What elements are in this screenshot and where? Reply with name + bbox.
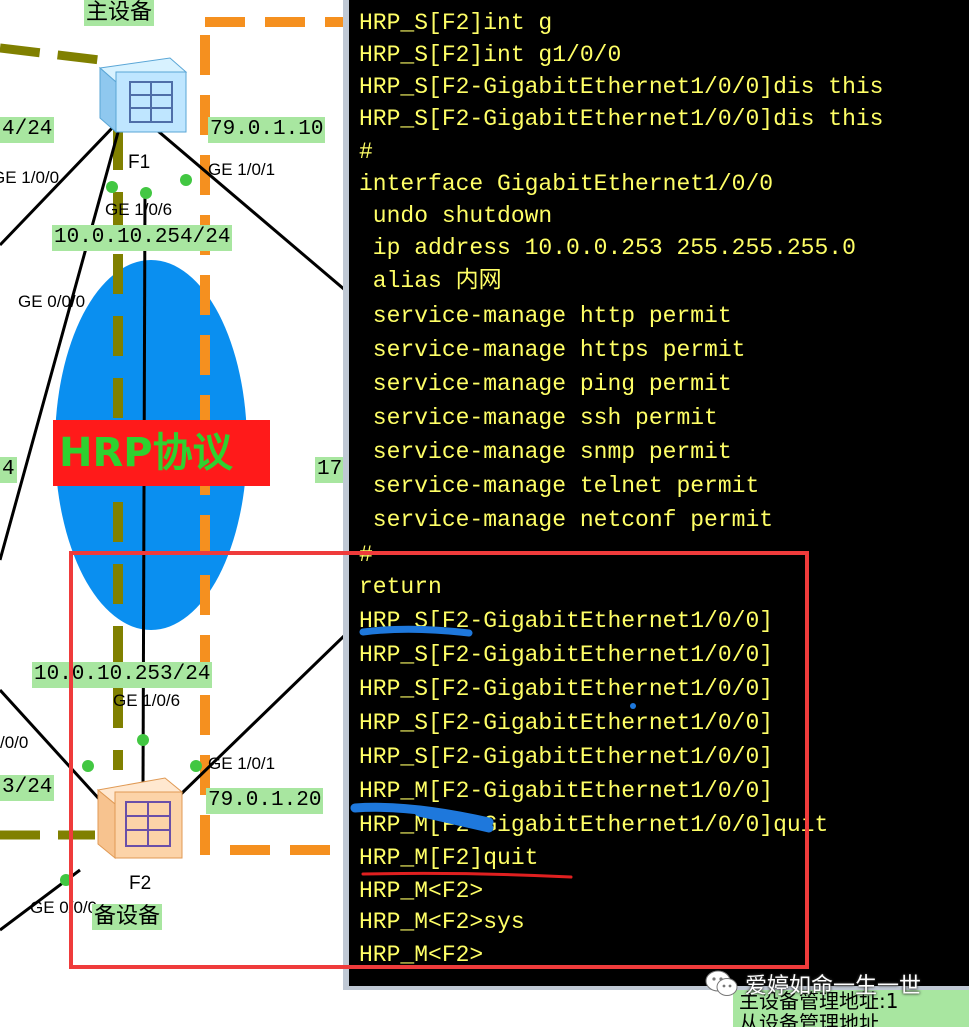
- side-label-right: 17: [315, 457, 345, 483]
- highlight-box: [69, 551, 809, 969]
- side-label-left: 4: [0, 457, 17, 483]
- terminal-line: HRP_S[F2-GigabitEthernet1/0/0]dis this: [359, 74, 884, 100]
- terminal-line: service-manage telnet permit: [359, 473, 760, 499]
- master-device-label: 主设备: [84, 0, 155, 26]
- wechat-watermark: 爱婷如命一生一世: [705, 966, 921, 1002]
- f1-inner-address: 10.0.10.254/24: [52, 225, 233, 251]
- f1-port-left: GE 1/0/0: [0, 168, 60, 187]
- f1-port-ge000: GE 0/0/0: [18, 292, 86, 311]
- link-f1-right: [144, 118, 345, 292]
- hrp-protocol-label: HRP协议: [53, 420, 270, 486]
- olive-link-top: [0, 43, 101, 65]
- f1-top-address: 79.0.1.10: [208, 117, 326, 143]
- terminal-line: HRP_S[F2]int g: [359, 10, 553, 36]
- terminal-line: ip address 10.0.0.253 255.255.255.0: [359, 235, 856, 261]
- port-dot: [140, 187, 152, 199]
- terminal-line: alias 内网: [359, 268, 502, 294]
- f1-left-address: 4/24: [0, 117, 55, 143]
- terminal-line: service-manage ssh permit: [359, 405, 718, 431]
- terminal-line: HRP_S[F2]int g1/0/0: [359, 42, 622, 68]
- firewall-f1-icon: [98, 57, 188, 134]
- f1-name: F1: [128, 152, 151, 173]
- f1-port-down: GE 1/0/6: [105, 200, 173, 219]
- terminal-line: service-manage http permit: [359, 303, 732, 329]
- terminal-line: service-manage https permit: [359, 337, 746, 363]
- slave-mgmt-address: 从设备管理地址: [739, 1011, 879, 1027]
- f1-port-right: GE 1/0/1: [208, 160, 276, 179]
- f2-port-left: /0/0: [0, 733, 29, 752]
- terminal-line: service-manage ping permit: [359, 371, 732, 397]
- wechat-icon: [705, 970, 738, 996]
- terminal-line: service-manage netconf permit: [359, 507, 774, 533]
- f2-left-address: 3/24: [0, 775, 55, 801]
- terminal-line: #: [359, 139, 373, 165]
- terminal-line: service-manage snmp permit: [359, 439, 732, 465]
- terminal-line: undo shutdown: [359, 203, 553, 229]
- terminal-line: interface GigabitEthernet1/0/0: [359, 171, 774, 197]
- watermark-text: 爱婷如命一生一世: [745, 974, 922, 999]
- terminal-line: HRP_S[F2-GigabitEthernet1/0/0]dis this: [359, 106, 884, 132]
- port-dot: [180, 174, 192, 186]
- port-dot: [106, 181, 118, 193]
